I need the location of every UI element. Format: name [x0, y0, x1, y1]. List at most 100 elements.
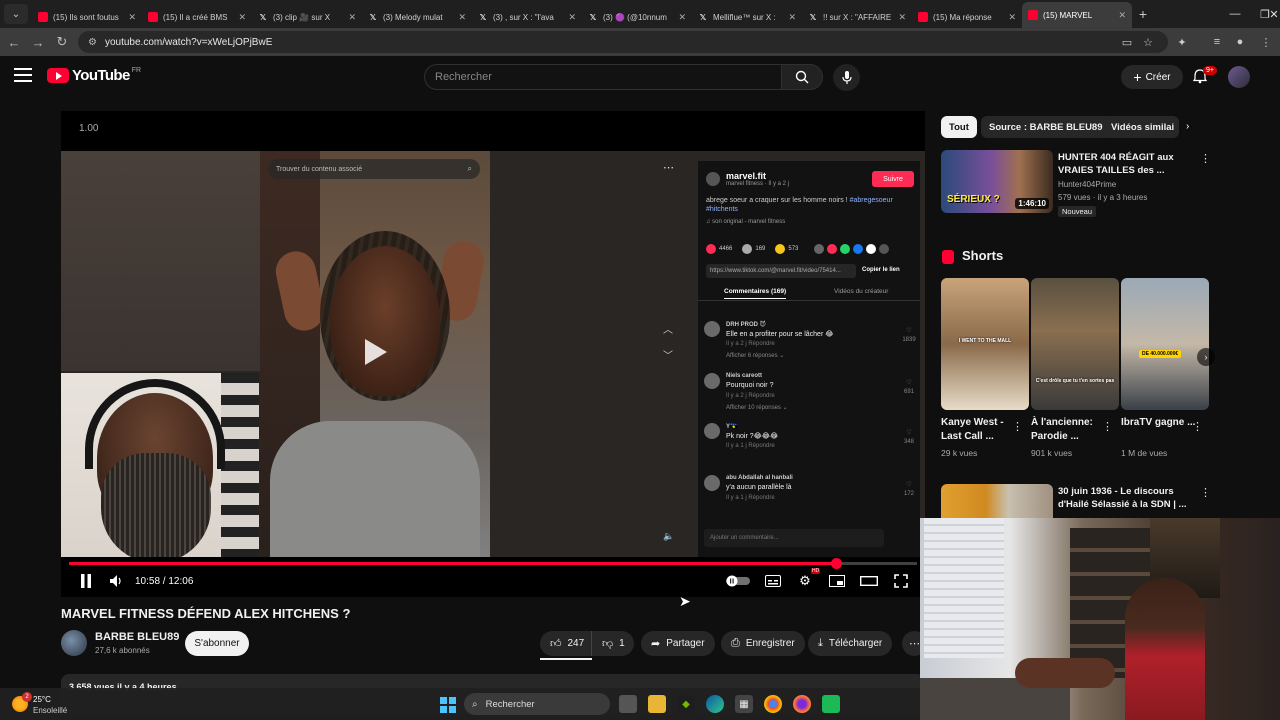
video-player[interactable]: 1.00 ✕ Trouver du contenu associé⌕ ⋯ ︿ ﹀…	[61, 111, 925, 597]
browser-tab[interactable]: (15) MARVEL ✕	[1022, 2, 1132, 28]
like-count: 247	[567, 638, 585, 649]
theater-mode-button[interactable]	[859, 573, 879, 589]
browser-tab[interactable]: (15) Ma réponse ✕	[912, 6, 1022, 28]
short-caption: I WENT TO THE MALL	[958, 338, 1012, 344]
edge-icon[interactable]	[706, 695, 724, 713]
save-button[interactable]: ⎙ Enregistrer	[721, 631, 805, 656]
heart-icon	[706, 244, 716, 254]
tab-close-icon[interactable]: ✕	[348, 12, 356, 23]
browser-tab[interactable]: 𝕏 !! sur X : "AFFAIRE ✕	[802, 6, 912, 28]
search-input[interactable]: Rechercher	[424, 64, 782, 90]
chevron-right-icon[interactable]: ›	[1186, 121, 1189, 132]
tab-close-icon[interactable]: ✕	[1118, 10, 1126, 21]
tab-close-icon[interactable]: ✕	[238, 12, 246, 23]
youtube-logo[interactable]: YouTube FR	[47, 67, 141, 84]
volume-button[interactable]	[107, 573, 125, 589]
more-vertical-icon[interactable]: ⋮	[1012, 420, 1023, 433]
cast-icon[interactable]: ▭	[1117, 32, 1137, 52]
chip-source[interactable]: Source : BARBE BLEU89	[981, 116, 1111, 138]
more-vertical-icon[interactable]: ⋮	[1102, 420, 1113, 433]
recommended-thumbnail[interactable]: SÉRIEUX ? 1:46:10	[941, 150, 1053, 213]
progress-bar[interactable]	[69, 558, 917, 569]
reload-icon[interactable]: ↻	[50, 30, 74, 54]
browser-tab[interactable]: (15) Ils sont foutus ✕	[32, 6, 142, 28]
browser-tab[interactable]: (15) Il a créé BMS ✕	[142, 6, 252, 28]
like-button[interactable]: 👍︎ 247	[540, 631, 592, 656]
account-avatar[interactable]	[1228, 66, 1250, 88]
short-title[interactable]: Kanye West - Last Call ...	[941, 416, 1017, 444]
windows-start-icon[interactable]	[440, 697, 456, 713]
share-button[interactable]: ➦ Partager	[641, 631, 715, 656]
app-icon[interactable]	[822, 695, 840, 713]
fullscreen-button[interactable]	[891, 573, 911, 589]
tab-close-icon[interactable]: ✕	[788, 12, 796, 23]
site-info-icon[interactable]: ⚙	[88, 37, 97, 48]
thumbs-up-icon: 👍︎	[550, 638, 562, 650]
short-thumbnail[interactable]: DE 40.000.000€	[1121, 278, 1209, 410]
chip-all[interactable]: Tout	[941, 116, 977, 138]
tab-close-icon[interactable]: ✕	[898, 12, 906, 23]
pause-button[interactable]	[77, 573, 95, 589]
more-vertical-icon[interactable]: ⋮	[1200, 152, 1211, 165]
forward-icon[interactable]: →	[26, 30, 50, 54]
tab-close-icon[interactable]: ✕	[678, 12, 686, 23]
chip-similar[interactable]: Vidéos similai	[1103, 116, 1179, 138]
file-explorer-icon[interactable]	[648, 695, 666, 713]
extensions-icon[interactable]: ✦	[1172, 32, 1192, 52]
store-icon[interactable]: ▦	[735, 695, 753, 713]
bookmark-star-icon[interactable]: ☆	[1138, 32, 1158, 52]
headset-shape	[85, 379, 225, 469]
new-tab-button[interactable]: +	[1132, 6, 1154, 22]
subtitles-button[interactable]	[763, 573, 783, 589]
reading-list-icon[interactable]: ≡	[1207, 32, 1227, 52]
voice-search-button[interactable]	[833, 64, 860, 91]
minimize-icon[interactable]: —	[1220, 0, 1250, 28]
recommended-title[interactable]: HUNTER 404 RÉAGIT aux VRAIES TAILLES des…	[1058, 151, 1188, 177]
recommended-channel[interactable]: Hunter404Prime	[1058, 180, 1116, 189]
chrome-icon[interactable]	[764, 695, 782, 713]
dislike-button[interactable]: 👎︎ 1	[592, 631, 634, 656]
search-button[interactable]	[781, 64, 823, 90]
browser-tab[interactable]: 𝕏 (3) clip 🎥 sur X ✕	[252, 6, 362, 28]
back-icon[interactable]: ←	[2, 30, 26, 54]
miniplayer-button[interactable]	[827, 573, 847, 589]
progress-scrubber[interactable]	[831, 558, 843, 569]
tab-close-icon[interactable]: ✕	[568, 12, 576, 23]
recommended-title[interactable]: 30 juin 1936 - Le discours d'Hailé Sélas…	[1058, 485, 1188, 511]
browser-tab[interactable]: 𝕏 (3) 🟣 (@10nnum ✕	[582, 6, 692, 28]
browser-tab[interactable]: 𝕏 (3) , sur X : "l'ava ✕	[472, 6, 582, 28]
more-vertical-icon[interactable]: ⋮	[1192, 420, 1203, 433]
tab-search-menu-icon[interactable]: ⌄	[4, 4, 28, 24]
task-view-icon[interactable]	[619, 695, 637, 713]
channel-avatar[interactable]	[61, 630, 87, 656]
short-thumbnail[interactable]: C'est drôle que tu t'en sortes pas	[1031, 278, 1119, 410]
chevron-right-icon[interactable]: ›	[1197, 348, 1215, 366]
nvidia-icon[interactable]: ◆	[677, 695, 695, 713]
create-button[interactable]: + Créer	[1121, 65, 1183, 89]
video-frame[interactable]: ✕ Trouver du contenu associé⌕ ⋯ ︿ ﹀ 🔈	[61, 151, 925, 557]
tab-close-icon[interactable]: ✕	[1008, 12, 1016, 23]
autoplay-toggle[interactable]	[725, 573, 751, 589]
browser-tab[interactable]: 𝕏 Melliflue™ sur X : ✕	[692, 6, 802, 28]
address-bar[interactable]: ⚙ youtube.com/watch?v=xWeLjOPjBwE	[78, 31, 1168, 53]
channel-name[interactable]: BARBE BLEU89	[95, 631, 179, 643]
browser-menu-icon[interactable]: ⋮	[1256, 32, 1276, 52]
firefox-icon[interactable]	[793, 695, 811, 713]
download-button[interactable]: ⤓ Télécharger	[808, 631, 893, 656]
short-title[interactable]: IbraTV gagne ...	[1121, 416, 1197, 430]
notification-count-badge: 9+	[1203, 66, 1217, 75]
settings-button[interactable]: ⚙	[795, 573, 815, 589]
video-title: MARVEL FITNESS DÉFEND ALEX HITCHENS ?	[61, 606, 351, 621]
close-window-icon[interactable]: ✕	[1268, 0, 1280, 28]
weather-widget[interactable]: 2 25°C Ensoleillé	[12, 692, 82, 718]
hamburger-menu-icon[interactable]	[14, 68, 32, 82]
browser-tab[interactable]: 𝕏 (3) Melody mulat ✕	[362, 6, 472, 28]
tab-close-icon[interactable]: ✕	[458, 12, 466, 23]
profile-icon[interactable]: ●	[1230, 32, 1250, 52]
more-vertical-icon[interactable]: ⋮	[1200, 486, 1211, 499]
short-thumbnail[interactable]: I WENT TO THE MALL	[941, 278, 1029, 410]
short-title[interactable]: À l'ancienne: Parodie ...	[1031, 416, 1107, 444]
subscribe-button[interactable]: S'abonner	[185, 631, 249, 656]
tab-close-icon[interactable]: ✕	[128, 12, 136, 23]
taskbar-search[interactable]: ⌕ Rechercher	[464, 693, 610, 715]
